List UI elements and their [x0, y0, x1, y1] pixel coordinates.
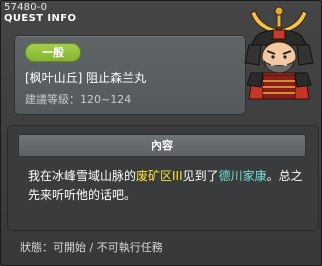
level-range: 120~124 [80, 93, 132, 106]
description-text-1: 我在冰峰雪域山脉的 [28, 169, 137, 183]
npc-highlight: 德川家康 [218, 169, 267, 183]
quest-name: [枫叶山丘] 阻止森兰丸 [25, 71, 147, 85]
content-header: 內容 [18, 134, 306, 157]
quest-description: 我在冰峰雪域山脉的废矿区III见到了德川家康。总之先来听听他的话吧。 [28, 167, 313, 205]
quest-header-panel: 一般 [枫叶山丘] 阻止森兰丸 建議等級：120~124 [14, 35, 246, 115]
content-panel: 內容 我在冰峰雪域山脉的废矿区III见到了德川家康。总之先来听听他的话吧。 [7, 125, 319, 231]
description-text-2: 见到了 [182, 169, 219, 183]
samurai-portrait-icon [244, 6, 314, 100]
quest-info-window: 57480-0 QUEST INFO 一般 [枫叶山丘] 阻止森兰丸 建議等級：… [0, 0, 322, 266]
location-highlight: 废矿区III [136, 169, 183, 183]
recommended-level: 建議等級：120~124 [25, 91, 131, 107]
quest-id: 57480-0 [4, 2, 48, 13]
quest-status: 狀態：可開始 / 不可執行任務 [20, 239, 163, 255]
category-badge: 一般 [25, 43, 81, 62]
level-label: 建議等級： [25, 93, 80, 106]
status-label: 狀態： [20, 241, 53, 254]
window-title: QUEST INFO [4, 13, 77, 24]
status-value: 可開始 / 不可執行任務 [53, 241, 163, 254]
